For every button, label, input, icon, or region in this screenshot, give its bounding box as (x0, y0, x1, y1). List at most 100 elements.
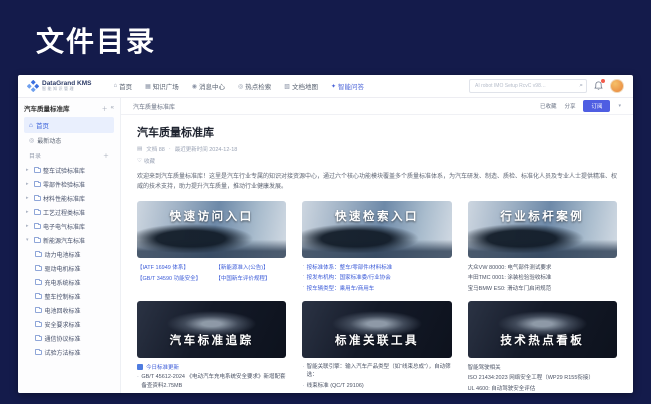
brand-logo: DataGrand KMS 智能知识管理 (27, 80, 91, 92)
tree-item-label: 整车控制标准 (45, 292, 81, 301)
tree-item[interactable]: 电池回收标准 (24, 303, 114, 317)
tree-item-label: 零部件检验标准 (43, 180, 85, 189)
folder-icon (34, 168, 41, 173)
update-line: ·GB/T 45612-2024 《电动汽车充电系统安全要求》新增配套备查资料2… (137, 373, 286, 390)
sidebar-add-icon[interactable]: ＋ (102, 104, 108, 113)
tool-line: ·智能关联引擎：输入汽车产品类型（如“线束总成”），自动筛选： (302, 363, 451, 380)
benchmark-lines: 大众VW 80000: 电气部件测试要求 丰田TMC 0001: 涂装检验验收标… (468, 263, 617, 292)
share-button[interactable]: 分享 (564, 102, 575, 110)
card-association-tool: 标准关联工具 ·智能关联引擎：输入汽车产品类型（如“线束总成”），自动筛选： ·… (302, 301, 451, 393)
card-banner-benchmark-cases[interactable]: 行业标杆案例 (468, 201, 617, 258)
caret-right-icon: ▸ (26, 223, 31, 229)
favorite-toggle[interactable]: ♡ 收藏 (137, 157, 617, 165)
catalog-add-icon[interactable]: ＋ (103, 151, 109, 160)
library-description: 欢迎来到汽车质量标准库！这里是汽车行业专属的知识对接资源中心，通过六个核心功能模… (137, 172, 617, 192)
association-lines: ·智能关联引擎：输入汽车产品类型（如“线束总成”），自动筛选： ·线束标准 (Q… (302, 363, 451, 390)
card-banner-quick-access[interactable]: 快速访问入口 (137, 201, 286, 258)
tree-item[interactable]: ▸材料性能标准库 (24, 191, 114, 205)
sidebar-item-latest-news[interactable]: ◎ 最新动态 (24, 133, 114, 148)
search-filter-link[interactable]: ·按发布机构：国家标准委/行业协会 (302, 273, 451, 281)
tree-item[interactable]: 充电系统标准 (24, 275, 114, 289)
bullet-dot: · (302, 284, 304, 292)
page-heading: 汽车质量标准库 (137, 124, 617, 140)
search-filter-link[interactable]: ·按车辆类型：乘用车/商用车 (302, 284, 451, 292)
folder-icon (35, 336, 42, 341)
tree-item[interactable]: ▸ 电子电气标准库 (24, 219, 114, 233)
chevron-down-icon[interactable]: ▾ (618, 103, 621, 109)
search-icon[interactable]: ⌕ (579, 83, 583, 90)
tree-item[interactable]: ▸ 零部件检验标准 (24, 177, 114, 191)
sidebar-item-home[interactable]: ⌂ 首页 (24, 117, 114, 133)
tree-item-label: 充电系统标准 (45, 278, 81, 287)
search-filter-link[interactable]: ·按标准体系：整车/零部件/材料标准 (302, 263, 451, 271)
case-line: 大众VW 80000: 电气部件测试要求 (468, 263, 617, 271)
catalog-label: 目录 (29, 151, 103, 160)
quick-access-links: 【IATF 16949 体系】 【新能源准入(公告)】 【GB/T 34590 … (137, 263, 286, 283)
tree-item[interactable]: 驱动电机标准 (24, 261, 114, 275)
tree-item[interactable]: 整车控制标准 (24, 289, 114, 303)
folder-icon (34, 224, 41, 229)
card-title: 快速检索入口 (302, 208, 451, 224)
hotspot-header: 智能驾驶相关 (468, 363, 617, 371)
map-icon: ▧ (284, 83, 290, 90)
nav-item-doc-map[interactable]: ▧ 文档地图 (284, 81, 318, 91)
subscribe-button[interactable]: 订阅 (583, 100, 610, 112)
line-text: 按发布机构：国家标准委/行业协会 (307, 273, 391, 281)
topbar-right: ⌕ (469, 79, 624, 93)
folder-icon (35, 252, 42, 257)
sidebar-title: 汽车质量标准库 (24, 103, 99, 113)
tree-item-label: 电子电气标准库 (43, 222, 85, 231)
tree-item[interactable]: ▾新能源汽车标准 (24, 233, 114, 247)
sidebar-collapse-icon[interactable]: « (111, 105, 114, 111)
folder-icon (35, 280, 42, 285)
global-search-box: ⌕ (469, 79, 587, 93)
quick-link[interactable]: 【新能源准入(公告)】 (215, 263, 286, 271)
nav-item-home[interactable]: ⌂ 首页 (113, 81, 132, 91)
tree-item[interactable]: 通信协议标准 (24, 331, 114, 345)
quick-link[interactable]: 【GB/T 34590 功能安全】 (137, 274, 211, 282)
user-avatar[interactable] (610, 79, 624, 93)
tree-item[interactable]: 动力电池标准 (24, 247, 114, 261)
card-tech-hotspots: 技术热点看板 智能驾驶相关 ISO 21434:2023 网络安全工程（WP29… (468, 301, 617, 393)
header-text: 今日标准更新 (146, 363, 179, 371)
caret-right-icon: ▸ (26, 181, 31, 187)
grid-icon: ▦ (145, 83, 151, 90)
caret-down-icon: ▾ (26, 237, 31, 243)
card-banner-association-tool[interactable]: 标准关联工具 (302, 301, 451, 358)
tracking-lines: 今日标准更新 ·GB/T 45612-2024 《电动汽车充电系统安全要求》新增… (137, 363, 286, 390)
tree-item[interactable]: 安全要求标准 (24, 317, 114, 331)
favorited-button[interactable]: 已收藏 (540, 102, 557, 110)
line-text: 按标准体系：整车/零部件/材料标准 (307, 263, 393, 271)
line-text: 按车辆类型：乘用车/商用车 (307, 284, 375, 292)
folder-icon (34, 210, 41, 215)
caret-right-icon: ▸ (26, 195, 31, 201)
nav-item-hot-search[interactable]: ◎ 热点检索 (238, 81, 271, 91)
home-icon: ⌂ (29, 122, 33, 129)
notification-bell-icon[interactable] (594, 81, 603, 91)
tree-item[interactable]: ▸整车试验标准库 (24, 163, 114, 177)
tree-item[interactable]: ▸工艺过程类标准 (24, 205, 114, 219)
quick-link[interactable]: 【中国新车评价规程】 (215, 274, 286, 282)
card-banner-tech-hotspots[interactable]: 技术热点看板 (468, 301, 617, 358)
nav-item-knowledge-square[interactable]: ▦ 知识广场 (145, 81, 179, 91)
card-banner-standards-tracking[interactable]: 汽车标准追踪 (137, 301, 286, 358)
tree-item-label: 动力电池标准 (45, 250, 81, 259)
tree-item-label: 试验方法标准 (45, 348, 81, 357)
quick-link[interactable]: 【IATF 16949 体系】 (137, 263, 211, 271)
nav-item-message-center[interactable]: ◉ 消息中心 (192, 81, 225, 91)
card-banner-quick-search[interactable]: 快速检索入口 (302, 201, 451, 258)
card-quick-search: 快速检索入口 ·按标准体系：整车/零部件/材料标准 ·按发布机构：国家标准委/行… (302, 201, 451, 292)
folder-icon (34, 182, 41, 187)
tree-item[interactable]: 试验方法标准 (24, 345, 114, 359)
news-icon: ◎ (29, 137, 34, 144)
update-header: 今日标准更新 (137, 363, 286, 371)
brand-text: DataGrand KMS 智能知识管理 (42, 80, 91, 92)
app-window: DataGrand KMS 智能知识管理 ⌂ 首页 ▦ 知识广场 ◉ 消息中心 … (18, 75, 633, 393)
favorite-label: 收藏 (144, 157, 155, 165)
nav-item-ai-qa[interactable]: ✦ 智能问答 (331, 81, 364, 91)
tree-item-label: 通信协议标准 (45, 334, 81, 343)
bullet-dot: · (137, 373, 139, 390)
search-input[interactable] (473, 82, 577, 90)
top-navbar: DataGrand KMS 智能知识管理 ⌂ 首页 ▦ 知识广场 ◉ 消息中心 … (18, 75, 633, 98)
content-tab[interactable]: 汽车质量标准库 (133, 102, 175, 111)
